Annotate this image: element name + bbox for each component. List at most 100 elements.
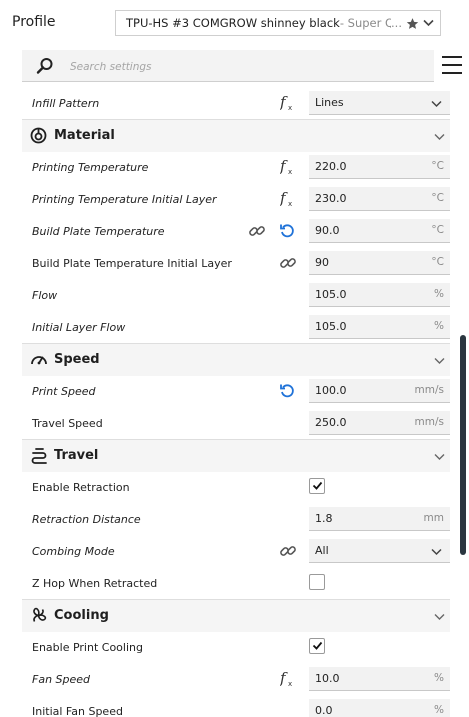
chevron-down-icon	[431, 98, 442, 111]
section-cooling[interactable]: Cooling	[22, 599, 450, 632]
setting-infill-pattern: Infill Pattern fx Lines	[22, 87, 450, 119]
function-icon[interactable]: fx	[279, 93, 296, 115]
travel-icon	[30, 447, 48, 467]
svg-text:x: x	[288, 200, 292, 208]
reset-icon[interactable]	[279, 382, 296, 402]
profile-select[interactable]: TPU-HS #3 COMGROW shinney black - Super …	[115, 10, 441, 36]
svg-text:f: f	[280, 670, 288, 687]
field-unit: mm/s	[414, 384, 444, 396]
chevron-down-icon	[434, 355, 445, 368]
setting-build-plate-temperature-initial-layer: Build Plate Temperature Initial Layer 90…	[22, 247, 450, 279]
setting-label: Travel Speed	[32, 417, 103, 430]
speedometer-icon	[30, 351, 48, 371]
section-material[interactable]: Material	[22, 119, 450, 152]
retraction-distance-field[interactable]: 1.8 mm	[309, 507, 450, 531]
flow-field[interactable]: 105.0 %	[309, 283, 450, 307]
profile-label: Profile	[12, 14, 56, 30]
field-unit: °C	[431, 160, 444, 172]
star-icon[interactable]	[406, 17, 419, 30]
build-plate-temperature-initial-layer-field[interactable]: 90 °C	[309, 251, 450, 275]
setting-label: Retraction Distance	[32, 513, 141, 526]
setting-label: Printing Temperature Initial Layer	[32, 193, 217, 206]
scrollbar[interactable]	[460, 335, 466, 555]
link-icon[interactable]	[248, 222, 266, 243]
setting-printing-temperature: Printing Temperature fx 220.0 °C	[22, 151, 450, 183]
section-travel[interactable]: Travel	[22, 439, 450, 472]
section-title: Speed	[54, 352, 100, 367]
setting-enable-retraction: Enable Retraction	[22, 471, 450, 503]
setting-fan-speed: Fan Speed fx 10.0 %	[22, 663, 450, 695]
setting-label: Build Plate Temperature	[32, 225, 165, 238]
check-icon	[312, 480, 323, 494]
enable-retraction-checkbox[interactable]	[309, 478, 325, 494]
travel-speed-field[interactable]: 250.0 mm/s	[309, 411, 450, 435]
setting-label: Enable Print Cooling	[32, 641, 143, 654]
setting-build-plate-temperature: Build Plate Temperature 90.0 °C	[22, 215, 450, 247]
svg-text:x: x	[288, 168, 292, 176]
printing-temperature-initial-layer-field[interactable]: 230.0 °C	[309, 187, 450, 211]
fan-icon	[30, 607, 47, 627]
svg-text:x: x	[288, 104, 292, 112]
print-speed-field[interactable]: 100.0 mm/s	[309, 379, 450, 403]
fan-speed-field[interactable]: 10.0 %	[309, 667, 450, 691]
field-value: 220.0	[315, 160, 347, 173]
infill-pattern-select[interactable]: Lines	[309, 91, 450, 115]
initial-layer-flow-field[interactable]: 105.0 %	[309, 315, 450, 339]
settings-list[interactable]: Infill Pattern fx Lines Material Printin…	[22, 87, 450, 717]
setting-label: Printing Temperature	[32, 161, 149, 174]
reset-icon[interactable]	[279, 222, 296, 242]
z-hop-checkbox[interactable]	[309, 574, 325, 590]
profile-quality: - Super Quality -	[339, 16, 391, 30]
section-title: Material	[54, 128, 115, 143]
setting-label: Fan Speed	[32, 673, 91, 686]
field-value: 100.0	[315, 384, 347, 397]
select-value: Lines	[315, 96, 344, 109]
field-unit: %	[434, 288, 444, 300]
section-title: Travel	[54, 448, 99, 463]
setting-label: Z Hop When Retracted	[32, 577, 158, 590]
build-plate-temperature-field[interactable]: 90.0 °C	[309, 219, 450, 243]
field-unit: °C	[431, 256, 444, 268]
combing-mode-select[interactable]: All	[309, 539, 450, 563]
material-icon	[30, 127, 47, 147]
field-value: 105.0	[315, 320, 347, 333]
svg-text:f: f	[280, 158, 288, 175]
section-title: Cooling	[54, 608, 109, 623]
setting-label: Flow	[32, 289, 58, 302]
check-icon	[312, 640, 323, 654]
setting-travel-speed: Travel Speed 250.0 mm/s	[22, 407, 450, 439]
setting-label: Initial Layer Flow	[32, 321, 126, 334]
chevron-down-icon	[423, 19, 434, 27]
initial-fan-speed-field[interactable]: 0.0 %	[309, 699, 450, 717]
field-value: 1.8	[315, 512, 333, 525]
field-unit: °C	[431, 192, 444, 204]
setting-enable-print-cooling: Enable Print Cooling	[22, 631, 450, 663]
link-icon[interactable]	[279, 542, 297, 563]
field-value: 105.0	[315, 288, 347, 301]
setting-retraction-distance: Retraction Distance 1.8 mm	[22, 503, 450, 535]
field-unit: %	[434, 672, 444, 684]
chevron-down-icon	[431, 546, 442, 559]
field-unit: %	[434, 704, 444, 716]
field-value: 250.0	[315, 416, 347, 429]
enable-print-cooling-checkbox[interactable]	[309, 638, 325, 654]
search-input[interactable]	[68, 56, 422, 78]
menu-icon[interactable]	[442, 55, 462, 75]
field-value: 0.0	[315, 704, 333, 717]
function-icon[interactable]: fx	[279, 157, 296, 179]
profile-ellipsis: ...	[391, 16, 402, 30]
field-unit: mm	[423, 512, 444, 524]
setting-label: Build Plate Temperature Initial Layer	[32, 257, 232, 270]
field-value: 230.0	[315, 192, 347, 205]
link-icon[interactable]	[279, 254, 297, 275]
setting-combing-mode: Combing Mode All	[22, 535, 450, 567]
printing-temperature-field[interactable]: 220.0 °C	[309, 155, 450, 179]
svg-text:x: x	[288, 680, 292, 688]
function-icon[interactable]: fx	[279, 669, 296, 691]
function-icon[interactable]: fx	[279, 189, 296, 211]
section-speed[interactable]: Speed	[22, 343, 450, 376]
select-value: All	[315, 544, 329, 557]
field-value: 90.0	[315, 224, 340, 237]
chevron-down-icon	[434, 611, 445, 624]
search-bar	[22, 50, 434, 82]
